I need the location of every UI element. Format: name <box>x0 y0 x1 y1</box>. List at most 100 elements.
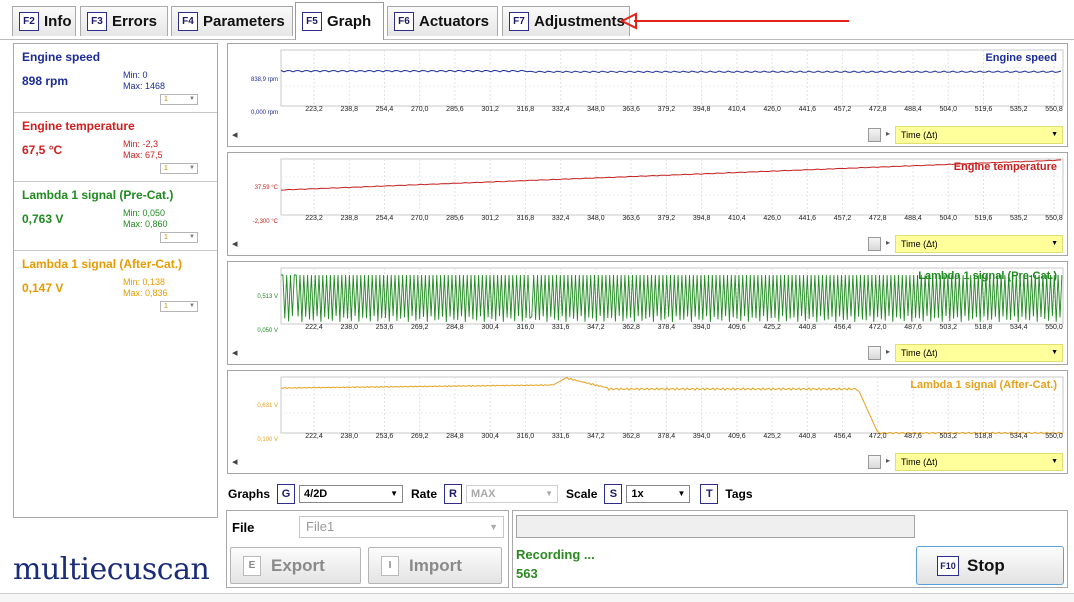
graphs-label: Graphs <box>228 487 271 501</box>
scroll-left-arrow-icon[interactable]: ◂ <box>232 237 238 250</box>
x-tick-label: 426,0 <box>763 215 781 222</box>
time-axis-select[interactable]: Time (Δt) ▼ <box>895 126 1063 144</box>
tags-label[interactable]: Tags <box>725 487 752 501</box>
rate-select[interactable]: MAX ▼ <box>466 485 559 503</box>
time-axis-select[interactable]: Time (Δt) ▼ <box>895 235 1063 253</box>
scroll-left-arrow-icon[interactable]: ◂ <box>232 455 238 468</box>
x-tick-label: 456,4 <box>833 433 852 440</box>
graph-plot-area[interactable]: Engine temperature 37,59 °C -2,300 °C 22… <box>228 153 1067 233</box>
graph-title: Lambda 1 signal (Pre-Cat.) <box>918 270 1057 282</box>
x-tick-label: 535,2 <box>1009 106 1028 113</box>
parameter-list-panel: Engine speed 898 rpm Min: 0 Max: 1468 1 ▼… <box>13 43 218 518</box>
parameter-min: Min: 0,050 <box>123 208 166 218</box>
tab-graph[interactable]: F5 Graph <box>295 2 384 40</box>
file-select[interactable]: File1 ▼ <box>299 516 504 538</box>
parameter-value: 0,763 V <box>22 212 64 226</box>
scroll-thumb[interactable] <box>868 237 881 251</box>
x-tick-label: 223,2 <box>305 215 323 222</box>
select-value: 1 <box>164 96 168 103</box>
stop-button[interactable]: F10 Stop <box>916 546 1064 585</box>
recording-progress-bar <box>516 515 915 538</box>
tab-key-badge: F6 <box>394 12 414 31</box>
import-button[interactable]: I Import <box>368 547 502 584</box>
x-tick-label: 394,8 <box>692 215 711 222</box>
graph-plot-area[interactable]: Lambda 1 signal (Pre-Cat.) 0,513 V 0,050… <box>228 262 1067 342</box>
x-tick-label: 487,6 <box>904 433 922 440</box>
parameter-min: Min: -2,3 <box>123 139 159 149</box>
graph-engine-temperature: Engine temperature 37,59 °C -2,300 °C 22… <box>227 152 1068 256</box>
parameter-graph-select[interactable]: 1 ▼ <box>160 163 198 174</box>
tab-bar: F2 Info F3 Errors F4 Parameters F5 Graph… <box>0 0 1074 40</box>
select-value: Time (Δt) <box>901 348 938 358</box>
x-tick-label: 316,8 <box>516 215 535 222</box>
x-tick-label: 504,0 <box>939 215 958 222</box>
x-tick-label: 518,8 <box>974 324 993 331</box>
x-tick-label: 269,2 <box>410 433 429 440</box>
parameter-graph-select[interactable]: 1 ▼ <box>160 301 198 312</box>
select-value: 1 <box>164 303 168 310</box>
parameter-max: Max: 1468 <box>123 81 166 91</box>
parameter-engine-speed: Engine speed 898 rpm Min: 0 Max: 1468 1 ▼ <box>14 44 217 113</box>
chevron-down-icon: ▼ <box>489 522 498 532</box>
x-tick-label: 285,6 <box>446 106 464 113</box>
scroll-right-arrow-icon[interactable]: ▸ <box>886 347 890 356</box>
chevron-down-icon: ▼ <box>1051 458 1058 465</box>
x-tick-label: 316,0 <box>516 324 535 331</box>
parameter-graph-select[interactable]: 1 ▼ <box>160 232 198 243</box>
graph-x-ticks: 222,4 238,0 253,6 269,2 284,8 300,4 316,0 331,6… <box>228 324 1067 336</box>
graph-title: Engine speed <box>985 52 1057 64</box>
file-label: File <box>232 520 255 535</box>
x-tick-label: 285,6 <box>446 215 464 222</box>
x-tick-label: 300,4 <box>481 433 499 440</box>
scroll-thumb[interactable] <box>868 346 881 360</box>
scale-select[interactable]: 1x ▼ <box>626 485 691 503</box>
rate-label: Rate <box>411 487 438 501</box>
graphs-layout-select[interactable]: 4/2D ▼ <box>299 485 404 503</box>
scroll-right-arrow-icon[interactable]: ▸ <box>886 238 890 247</box>
chevron-down-icon: ▼ <box>677 489 686 498</box>
graph-scroll-row: ◂ ▸ Time (Δt) ▼ <box>228 124 1067 146</box>
scroll-right-arrow-icon[interactable]: ▸ <box>886 129 890 138</box>
time-axis-select[interactable]: Time (Δt) ▼ <box>895 344 1063 362</box>
tab-actuators[interactable]: F6 Actuators <box>387 6 498 36</box>
parameter-graph-select[interactable]: 1 ▼ <box>160 94 198 105</box>
export-button[interactable]: E Export <box>230 547 361 584</box>
x-tick-label: 425,2 <box>763 433 781 440</box>
recording-panel: Recording ... 563 F10 Stop <box>512 510 1068 588</box>
x-tick-label: 284,8 <box>446 324 464 331</box>
parameter-lambda-pre-cat: Lambda 1 signal (Pre-Cat.) 0,763 V Min: … <box>14 182 217 251</box>
tab-key-badge: F2 <box>19 12 39 31</box>
scroll-left-arrow-icon[interactable]: ◂ <box>232 346 238 359</box>
x-tick-label: 472,8 <box>869 106 887 113</box>
scroll-thumb[interactable] <box>868 128 881 142</box>
x-tick-label: 457,2 <box>833 215 852 222</box>
graph-y-max-label: 0,631 V <box>257 403 278 409</box>
time-axis-select[interactable]: Time (Δt) ▼ <box>895 453 1063 471</box>
status-bar <box>0 593 1074 602</box>
tab-info[interactable]: F2 Info <box>12 6 76 36</box>
x-tick-label: 253,6 <box>375 433 394 440</box>
graph-plot-area[interactable]: Lambda 1 signal (After-Cat.) 0,631 V 0,1… <box>228 371 1067 451</box>
x-tick-label: 270,0 <box>410 106 429 113</box>
tab-parameters[interactable]: F4 Parameters <box>171 6 293 36</box>
scale-key-badge: S <box>604 484 623 504</box>
scroll-right-arrow-icon[interactable]: ▸ <box>886 456 890 465</box>
chevron-down-icon: ▼ <box>1051 131 1058 138</box>
x-tick-label: 519,6 <box>974 106 993 113</box>
chevron-down-icon: ▼ <box>189 96 195 102</box>
graph-engine-speed: Engine speed 838,9 rpm 0,000 rpm 223,2 23… <box>227 43 1068 147</box>
x-tick-label: 472,0 <box>869 324 887 331</box>
graph-y-max-label: 37,59 °C <box>254 185 278 191</box>
tags-key-badge[interactable]: T <box>700 484 719 504</box>
tab-errors[interactable]: F3 Errors <box>80 6 168 36</box>
graph-plot-area[interactable]: Engine speed 838,9 rpm 0,000 rpm 223,2 23… <box>228 44 1067 124</box>
x-tick-label: 301,2 <box>481 106 499 113</box>
plot-frame <box>280 49 1064 107</box>
graph-toolbar: Graphs G 4/2D ▼ Rate R MAX ▼ Scale S 1x ▼ T… <box>227 482 1068 506</box>
tab-adjustments[interactable]: F7 Adjustments <box>502 6 630 36</box>
select-value: Time (Δt) <box>901 130 938 140</box>
scroll-left-arrow-icon[interactable]: ◂ <box>232 128 238 141</box>
x-tick-label: 409,6 <box>728 324 746 331</box>
select-value: Time (Δt) <box>901 239 938 249</box>
scroll-thumb[interactable] <box>868 455 881 469</box>
